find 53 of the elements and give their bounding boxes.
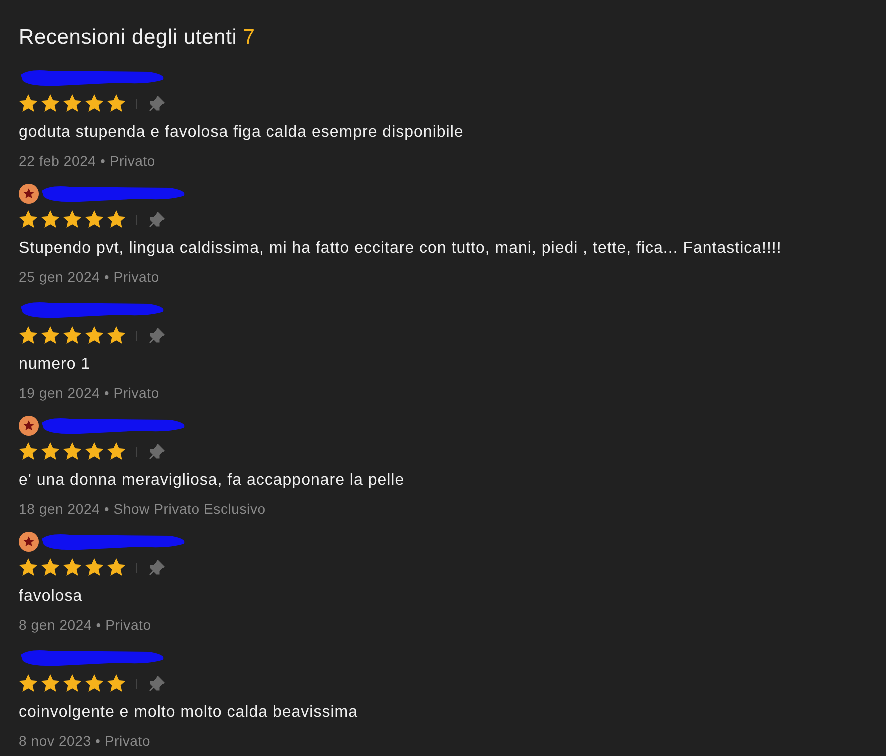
star-icon — [107, 210, 126, 229]
review-meta: 25 gen 2024 • Privato — [19, 268, 160, 287]
review-text: coinvolgente e molto molto calda beavissima — [19, 702, 359, 722]
pin-icon[interactable] — [149, 96, 165, 112]
star-icon — [19, 326, 38, 345]
review-text: numero 1 — [19, 354, 92, 374]
star-icon — [41, 558, 60, 577]
pin-icon[interactable] — [149, 560, 165, 576]
pin-icon[interactable] — [149, 676, 165, 692]
star-icon — [85, 442, 104, 461]
review-text: favolosa — [19, 586, 84, 606]
star-icon — [63, 558, 82, 577]
review-text: goduta stupenda e favolosa figa calda esempre disponibile — [19, 122, 465, 142]
star-icon — [63, 94, 82, 113]
star-badge-icon — [19, 184, 39, 204]
star-icon — [63, 442, 82, 461]
review-meta: 19 gen 2024 • Privato — [19, 384, 160, 403]
star-icon — [85, 210, 104, 229]
star-icon — [41, 94, 60, 113]
star-icon — [85, 326, 104, 345]
star-icon — [19, 558, 38, 577]
star-icon — [107, 674, 126, 693]
section-title: Recensioni degli utenti — [19, 25, 238, 51]
pin-icon[interactable] — [149, 328, 165, 344]
star-icon — [63, 674, 82, 693]
star-icon — [85, 94, 104, 113]
star-icon — [85, 674, 104, 693]
star-icon — [107, 94, 126, 113]
star-icon — [19, 442, 38, 461]
pin-icon[interactable] — [149, 444, 165, 460]
review-meta: 22 feb 2024 • Privato — [19, 152, 157, 170]
star-icon — [107, 326, 126, 345]
review-text: Stupendo pvt, lingua caldissima, mi ha fatto eccitare con tutto, mani, piedi , tette, fica... Fantastica!!!! — [19, 238, 783, 258]
star-icon — [107, 442, 126, 461]
star-icon — [41, 674, 60, 693]
star-icon — [19, 674, 38, 693]
star-icon — [107, 558, 126, 577]
star-icon — [63, 326, 82, 345]
star-icon — [41, 326, 60, 345]
pin-icon[interactable] — [149, 212, 165, 228]
star-icon — [19, 210, 38, 229]
star-badge-icon — [19, 416, 39, 436]
star-icon — [19, 94, 38, 113]
star-icon — [41, 210, 60, 229]
review-count: 7 — [243, 25, 256, 51]
review-meta: 8 nov 2023 • Privato — [19, 732, 152, 750]
star-badge-icon — [19, 532, 39, 552]
review-text: e' una donna meravigliosa, fa accapponare la pelle — [19, 470, 406, 490]
star-icon — [41, 442, 60, 461]
star-icon — [63, 210, 82, 229]
review-meta: 18 gen 2024 • Show Privato Esclusivo — [19, 500, 267, 519]
star-icon — [85, 558, 104, 577]
review-meta: 8 gen 2024 • Privato — [19, 616, 152, 635]
